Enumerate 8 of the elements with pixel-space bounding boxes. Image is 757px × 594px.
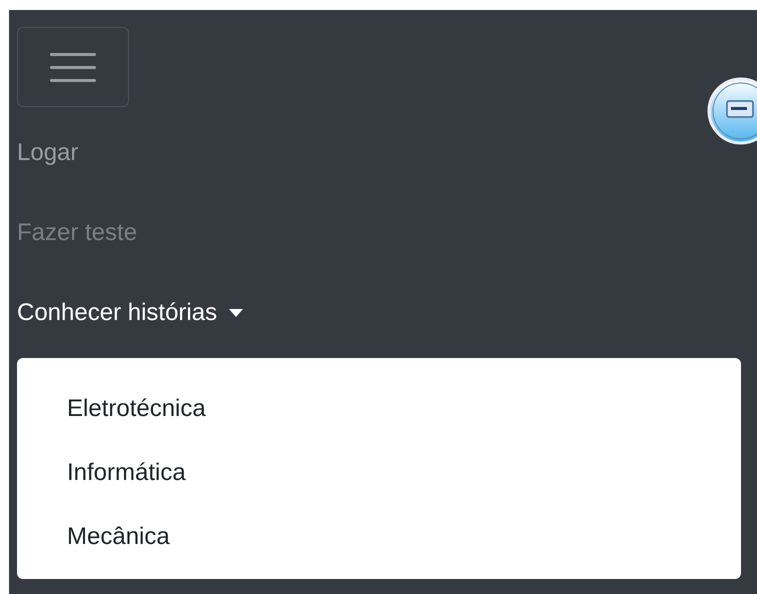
menu-icon — [50, 52, 96, 82]
nav-link[interactable]: Logar — [17, 113, 78, 193]
menu-button[interactable] — [17, 27, 129, 107]
dropdown-item[interactable]: Informática — [17, 441, 741, 505]
nav-link[interactable]: Conhecer histórias — [17, 273, 244, 353]
logo-icon — [705, 75, 757, 147]
dropdown-item[interactable]: Eletrotécnica — [17, 377, 741, 441]
dropdown-item[interactable]: Mecânica — [17, 505, 741, 569]
